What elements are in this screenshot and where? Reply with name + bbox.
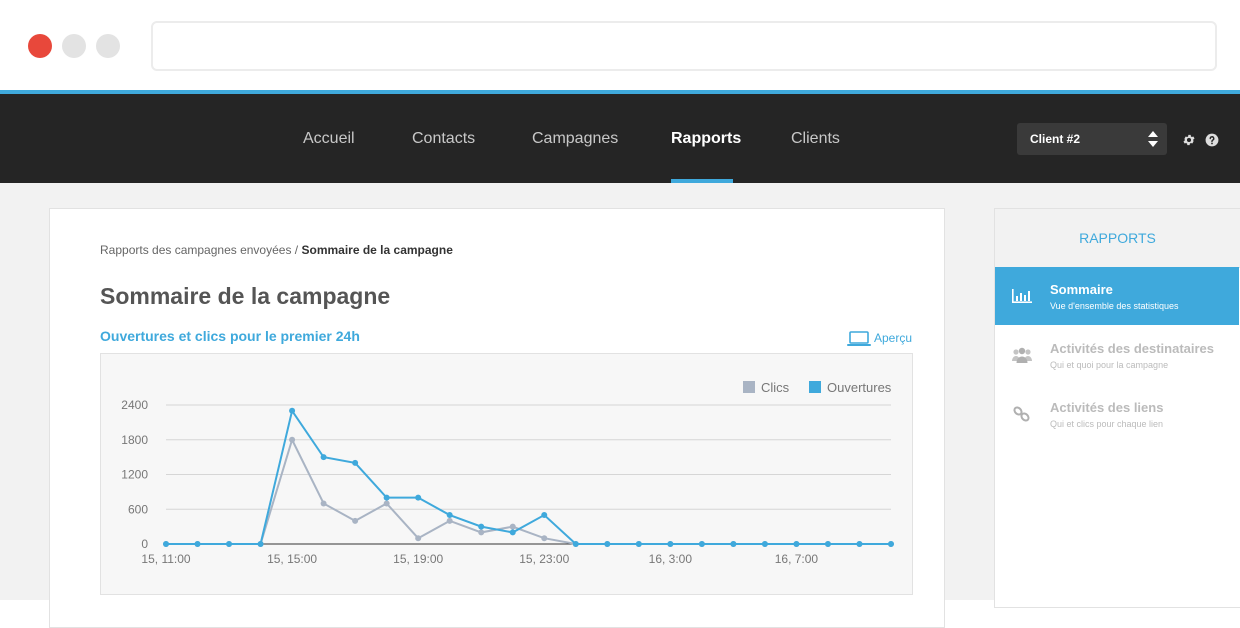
- nav-item-contacts[interactable]: Contacts: [412, 94, 475, 183]
- client-selector-value: Client #2: [1030, 132, 1081, 146]
- legend-label-clics: Clics: [761, 380, 790, 395]
- breadcrumb-separator: /: [294, 243, 299, 257]
- x-tick-label: 15, 15:00: [267, 552, 317, 566]
- data-point-ouvertures: [509, 529, 516, 536]
- main-card: Rapports des campagnes envoyées / Sommai…: [49, 208, 945, 628]
- users-icon: [1012, 347, 1032, 363]
- data-point-ouvertures: [163, 541, 169, 547]
- data-point-clics: [352, 517, 359, 524]
- data-point-ouvertures: [446, 512, 453, 519]
- y-tick-label: 0: [141, 537, 148, 551]
- minimize-window-button[interactable]: [62, 34, 86, 58]
- data-point-clics: [289, 436, 296, 443]
- data-point-clics: [541, 535, 548, 542]
- nav-item-clients[interactable]: Clients: [791, 94, 840, 183]
- maximize-window-button[interactable]: [96, 34, 120, 58]
- data-point-ouvertures: [383, 494, 390, 501]
- preview-link[interactable]: Aperçu: [847, 331, 912, 347]
- help-icon[interactable]: [1205, 133, 1219, 147]
- data-point-ouvertures: [856, 541, 863, 547]
- data-point-clics: [446, 517, 453, 524]
- x-tick-label: 15, 23:00: [519, 552, 569, 566]
- sidebar-item-desc: Qui et clics pour chaque lien: [1050, 419, 1164, 429]
- reports-sidebar: RAPPORTS Sommaire Vue d'ensemble des sta…: [994, 208, 1240, 608]
- sidebar-item-label: Activités des destinataires: [1050, 341, 1215, 356]
- sidebar-item-desc: Vue d'ensemble des statistiques: [1050, 301, 1179, 311]
- data-point-ouvertures: [415, 494, 422, 501]
- nav-item-campagnes[interactable]: Campagnes: [532, 94, 618, 183]
- data-point-ouvertures: [635, 541, 642, 547]
- data-point-ouvertures: [793, 541, 800, 547]
- opens-clicks-chart: 0 600 1200 1800 2400 15, 11:00 15, 15:00 15, 19…: [121, 380, 894, 566]
- sidebar-item-sommaire[interactable]: Sommaire Vue d'ensemble des statistiques: [995, 267, 1239, 325]
- data-point-ouvertures: [478, 523, 485, 530]
- link-icon: [1013, 406, 1030, 422]
- bar-chart-icon: [1012, 289, 1032, 303]
- data-point-ouvertures: [352, 459, 359, 466]
- sidebar-item-label: Sommaire: [1050, 282, 1113, 297]
- x-tick-label: 15, 11:00: [141, 552, 190, 566]
- y-tick-label: 600: [128, 502, 148, 516]
- sidebar-item-desc: Qui et quoi pour la campagne: [1050, 360, 1169, 370]
- data-point-clics: [478, 529, 485, 536]
- data-point-ouvertures: [824, 541, 831, 547]
- data-point-clics: [383, 500, 390, 507]
- data-point-ouvertures: [730, 541, 737, 547]
- data-point-clics: [509, 523, 516, 530]
- breadcrumb-parent-link[interactable]: Rapports des campagnes envoyées: [100, 243, 291, 257]
- series-line-ouvertures: [166, 408, 891, 545]
- legend-label-ouvertures: Ouvertures: [827, 380, 892, 395]
- data-point-clics: [320, 500, 327, 507]
- data-point-ouvertures: [572, 541, 579, 547]
- data-point-clics: [415, 535, 422, 542]
- sidebar-item-activites-destinataires[interactable]: Activités des destinataires Qui et quoi …: [995, 326, 1239, 384]
- data-point-ouvertures: [761, 541, 768, 547]
- sidebar-item-label: Activités des liens: [1050, 400, 1164, 415]
- data-point-ouvertures: [226, 541, 233, 547]
- top-navigation: Accueil Contacts Campagnes Rapports Clie…: [0, 90, 1240, 183]
- data-point-ouvertures: [698, 541, 705, 547]
- data-point-ouvertures: [541, 512, 548, 519]
- client-selector[interactable]: Client #2: [1017, 123, 1167, 155]
- nav-item-accueil[interactable]: Accueil: [303, 94, 355, 183]
- data-point-ouvertures: [289, 407, 296, 414]
- y-tick-label: 2400: [121, 398, 148, 412]
- data-point-ouvertures: [320, 454, 327, 461]
- select-arrows-icon: [1148, 131, 1158, 147]
- y-tick-label: 1800: [121, 433, 148, 447]
- data-point-ouvertures: [667, 541, 674, 547]
- close-window-button[interactable]: [28, 34, 52, 58]
- x-tick-label: 15, 19:00: [393, 552, 443, 566]
- gear-icon[interactable]: [1182, 133, 1196, 147]
- section-title: Ouvertures et clics pour le premier 24h: [100, 328, 360, 344]
- sidebar-header: RAPPORTS: [995, 209, 1240, 268]
- laptop-icon: [847, 331, 871, 346]
- chart-container: 0 600 1200 1800 2400 15, 11:00 15, 15:00 15, 19…: [100, 353, 913, 595]
- page-title: Sommaire de la campagne: [100, 283, 391, 309]
- x-tick-label: 16, 3:00: [649, 552, 693, 566]
- browser-chrome: [0, 0, 1240, 90]
- address-bar[interactable]: [151, 21, 1217, 71]
- legend-swatch-clics: [743, 381, 755, 393]
- x-tick-label: 16, 7:00: [775, 552, 819, 566]
- breadcrumb: Rapports des campagnes envoyées / Sommai…: [100, 243, 453, 257]
- y-tick-label: 1200: [121, 468, 148, 482]
- sidebar-item-activites-liens[interactable]: Activités des liens Qui et clics pour ch…: [995, 385, 1239, 443]
- data-point-ouvertures: [257, 541, 264, 547]
- breadcrumb-current: Sommaire de la campagne: [301, 243, 453, 257]
- data-point-ouvertures: [604, 541, 611, 547]
- preview-label: Aperçu: [874, 331, 913, 346]
- nav-item-rapports[interactable]: Rapports: [671, 94, 741, 183]
- data-point-ouvertures: [194, 541, 201, 547]
- legend-swatch-ouvertures: [809, 381, 821, 393]
- series-line-clics: [166, 437, 891, 545]
- data-point-ouvertures: [888, 541, 894, 547]
